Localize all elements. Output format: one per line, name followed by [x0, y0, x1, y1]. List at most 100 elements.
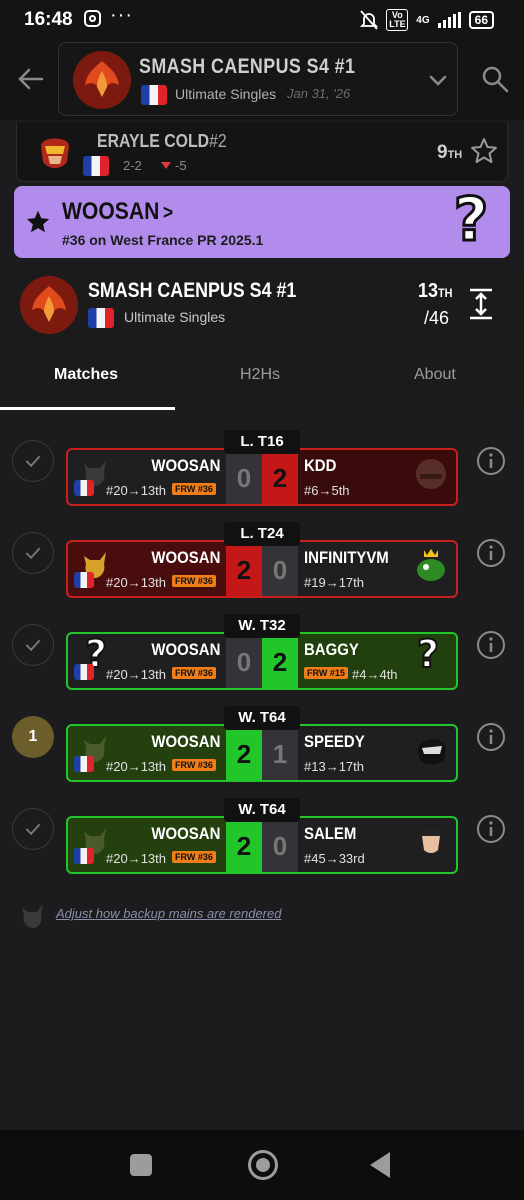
player-right-seed: #19→17th [304, 575, 364, 590]
pichu-dark-icon [22, 904, 43, 928]
player-right-name: INFINITYVM [304, 548, 389, 567]
info-icon[interactable] [476, 722, 506, 752]
captain-falcon-icon [41, 138, 69, 168]
score-right: 0 [262, 542, 298, 596]
player-banner[interactable]: WOOSAN > #36 on West France PR 2025.1 ? [14, 186, 510, 258]
france-flag-icon [74, 848, 94, 864]
france-flag-icon [83, 156, 109, 176]
status-time: 16:48 [24, 9, 73, 30]
player-right-seed: #45→33rd [304, 851, 365, 866]
signal-icon [437, 12, 461, 28]
event-entrants-total: /46 [424, 308, 450, 328]
status-bar: 16:48 ··· Vo LTE 4G 66 [0, 0, 524, 40]
france-flag-icon [141, 85, 167, 105]
score-left: 2 [226, 818, 262, 872]
frw-badge: FRW #36 [172, 483, 216, 495]
star-outline-icon[interactable] [469, 136, 499, 166]
prev-placement-suffix: TH [447, 149, 463, 161]
player-right-seed: #13→17th [304, 759, 364, 774]
king-k-rool-icon [417, 549, 445, 581]
kdd-character-icon [416, 459, 446, 489]
france-flag-icon [74, 480, 94, 496]
france-flag-icon [74, 756, 94, 772]
tab-h2hs[interactable]: H2Hs [240, 366, 280, 384]
tab-matches[interactable]: Matches [54, 366, 118, 384]
app-bar: SMASH CAENPUS S4 #1 Ultimate Singles Jan… [0, 40, 524, 120]
previous-player-row[interactable]: ERAYLE COLD#2 2-2 -5 9TH [16, 122, 508, 182]
round-label: L. T16 [224, 430, 300, 454]
frw-badge: FRW #36 [172, 575, 216, 587]
match-row: ? WOOSAN #20→13th FRW #36 0 2 BAGGY FRW … [0, 594, 524, 690]
match-number-badge[interactable]: 1 [12, 716, 54, 758]
prev-player-placement: 9TH [437, 142, 462, 164]
status-right: Vo LTE 4G 66 [360, 9, 494, 31]
info-icon[interactable] [476, 538, 506, 568]
match-card[interactable]: ? WOOSAN #20→13th FRW #36 0 2 BAGGY FRW … [66, 632, 458, 690]
instagram-icon [84, 10, 101, 27]
info-icon[interactable] [476, 630, 506, 660]
event-placement-suffix: TH [438, 286, 453, 300]
player-pr-ranking: #36 on West France PR 2025.1 [62, 232, 264, 248]
back-button[interactable] [370, 1152, 390, 1178]
player-left-name: WOOSAN [151, 456, 220, 475]
recents-button[interactable] [130, 1154, 152, 1176]
muted-bell-icon [360, 10, 379, 30]
match-list: WOOSAN #20→13th FRW #36 0 2 KDD #6→5th L… [0, 410, 524, 1130]
info-icon[interactable] [476, 446, 506, 476]
check-icon[interactable] [12, 808, 54, 850]
match-row: WOOSAN #20→13th FRW #36 2 0 SALEM #45→33… [0, 778, 524, 874]
match-card[interactable]: WOOSAN #20→13th FRW #36 2 0 SALEM #45→33… [66, 816, 458, 874]
player-right-name: SALEM [304, 824, 357, 843]
check-icon[interactable] [12, 624, 54, 666]
tab-about[interactable]: About [414, 366, 456, 384]
search-icon[interactable] [480, 64, 510, 94]
event-header: SMASH CAENPUS S4 #1 Ultimate Singles 13T… [0, 262, 524, 410]
match-card[interactable]: WOOSAN #20→13th FRW #36 2 1 SPEEDY #13→1… [66, 724, 458, 782]
player-right-name: BAGGY [304, 640, 359, 659]
france-flag-icon [456, 664, 458, 680]
score-left: 0 [226, 634, 262, 688]
score-right: 2 [262, 634, 298, 688]
player-left-name: WOOSAN [151, 824, 220, 843]
system-nav-bar [0, 1130, 524, 1200]
round-label: W. T64 [224, 798, 300, 822]
player-name[interactable]: WOOSAN > [62, 198, 173, 226]
match-card[interactable]: WOOSAN #20→13th FRW #36 0 2 KDD #6→5th [66, 448, 458, 506]
round-label: W. T64 [224, 706, 300, 730]
france-flag-icon [88, 308, 114, 328]
match-row: WOOSAN #20→13th FRW #36 2 0 INFINITYVM #… [0, 502, 524, 598]
unknown-character-icon: ? [84, 632, 108, 676]
frw-badge: FRW #36 [172, 667, 216, 679]
match-card[interactable]: WOOSAN #20→13th FRW #36 2 0 INFINITYVM #… [66, 540, 458, 598]
back-arrow-icon[interactable] [16, 64, 46, 94]
frw-badge: FRW #36 [172, 759, 216, 771]
tournament-selector[interactable]: SMASH CAENPUS S4 #1 Ultimate Singles Jan… [58, 42, 458, 116]
unknown-character-icon: ? [416, 632, 440, 676]
player-left-seed: #20→13th [106, 851, 166, 866]
salem-character-icon [418, 828, 444, 853]
prev-player-name-text: ERAYLE COLD [97, 131, 210, 151]
chevron-down-icon[interactable] [427, 69, 449, 91]
check-icon[interactable] [12, 532, 54, 574]
round-label: L. T24 [224, 522, 300, 546]
player-left-seed: #20→13th [106, 667, 166, 682]
more-notifications-icon: ··· [110, 4, 133, 26]
frw-badge: FRW #15 [304, 667, 348, 679]
player-left-seed: #20→13th [106, 759, 166, 774]
score-right: 2 [262, 450, 298, 504]
star-filled-icon[interactable] [24, 208, 52, 236]
prev-player-delta-value: -5 [175, 158, 187, 173]
player-left-seed: #20→13th [106, 483, 166, 498]
prev-player-seed: #2 [209, 131, 227, 151]
expand-icon[interactable] [468, 288, 494, 320]
chevron-right-icon: > [162, 202, 174, 224]
event-title: SMASH CAENPUS S4 #1 [88, 279, 297, 302]
check-icon[interactable] [12, 440, 54, 482]
event-name: Ultimate Singles [175, 86, 277, 102]
home-button[interactable] [248, 1150, 278, 1180]
tournament-logo [73, 51, 131, 109]
adjust-mains-link[interactable]: Adjust how backup mains are rendered [56, 906, 281, 921]
player-right-name: SPEEDY [304, 732, 365, 751]
info-icon[interactable] [476, 814, 506, 844]
volte-badge: Vo LTE [386, 9, 409, 31]
